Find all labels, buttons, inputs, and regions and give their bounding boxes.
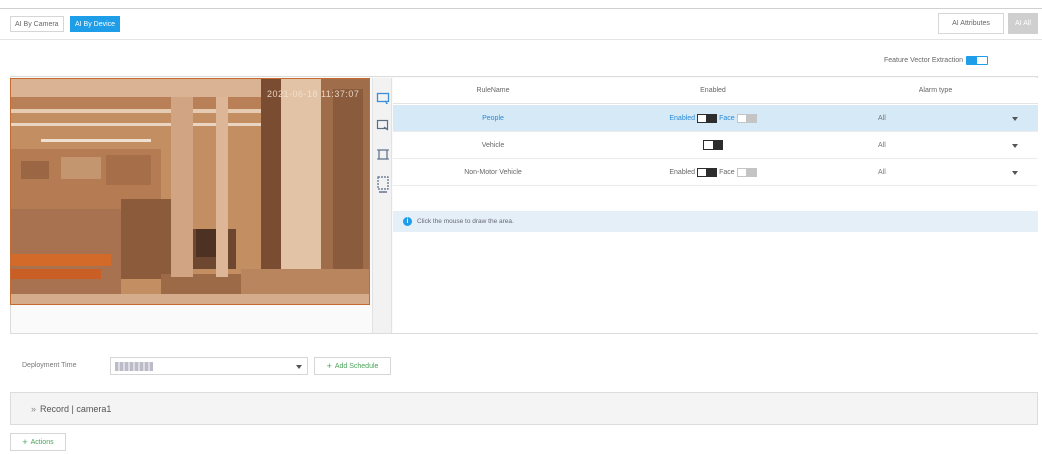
deployment-time-label: Deployment Time xyxy=(22,362,77,369)
preview-scene-image xyxy=(11,79,369,304)
alarm-type-chevron-down-icon[interactable] xyxy=(1012,171,1018,175)
rules-table-header: RuleName Enabled Alarm type xyxy=(393,78,1038,104)
alarm-type-value[interactable]: All xyxy=(878,169,886,176)
top-divider xyxy=(0,8,1042,9)
header-alarm-type: Alarm type xyxy=(918,87,953,94)
feature-vector-extraction: Feature Vector Extraction xyxy=(884,54,988,66)
header-rule-name: RuleName xyxy=(476,87,510,94)
enabled-label: Enabled xyxy=(669,168,696,176)
enabled-toggle[interactable] xyxy=(697,113,718,123)
add-schedule-button[interactable]: + Add Schedule xyxy=(314,357,391,375)
face-toggle[interactable] xyxy=(736,167,757,177)
clear-area-icon[interactable] xyxy=(376,118,390,132)
draw-area-hint: i Click the mouse to draw the area. xyxy=(393,211,1038,232)
collapse-icon[interactable]: » xyxy=(31,404,36,414)
actions-button[interactable]: + Actions xyxy=(10,433,66,451)
face-label: Face xyxy=(719,168,735,176)
rule-name: Non-Motor Vehicle xyxy=(464,168,522,176)
plus-icon: + xyxy=(22,437,28,447)
min-size-icon[interactable] xyxy=(376,148,390,162)
draw-area-icon[interactable] xyxy=(376,92,390,106)
max-size-icon[interactable] xyxy=(376,176,390,194)
enabled-label: Enabled xyxy=(669,114,696,122)
plus-icon: + xyxy=(326,361,332,371)
record-section[interactable]: » Record | camera1 xyxy=(10,392,1038,425)
face-label: Face xyxy=(719,114,735,122)
drawing-toolstrip xyxy=(372,78,392,333)
rule-name: Vehicle xyxy=(481,141,505,149)
enabled-toggle[interactable] xyxy=(697,167,718,177)
rule-name: People xyxy=(482,114,504,122)
rule-row-people[interactable]: People Enabled Face All xyxy=(393,105,1038,132)
face-toggle[interactable] xyxy=(736,113,757,123)
camera-preview[interactable]: 2021-06-18 11:37:07 xyxy=(10,78,370,305)
enabled-toggle[interactable] xyxy=(703,140,723,150)
info-icon: i xyxy=(403,217,412,226)
tab-ai-by-camera[interactable]: AI By Camera xyxy=(10,16,64,32)
ai-all-button[interactable]: AI All xyxy=(1008,13,1038,34)
alarm-type-value[interactable]: All xyxy=(878,142,886,149)
rule-enabled-cell: Enabled Face xyxy=(593,105,833,131)
hint-text: Click the mouse to draw the area. xyxy=(417,218,514,225)
video-timestamp: 2021-06-18 11:37:07 xyxy=(267,89,360,99)
rule-enabled-cell: Enabled Face xyxy=(593,159,833,185)
ai-attributes-button[interactable]: AI Attributes xyxy=(938,13,1004,34)
header-enabled: Enabled xyxy=(700,87,726,94)
deployment-time-value xyxy=(115,362,153,371)
tab-ai-by-device[interactable]: AI By Device xyxy=(70,16,121,32)
feature-vector-label: Feature Vector Extraction xyxy=(884,56,963,64)
feature-vector-toggle[interactable] xyxy=(965,55,988,65)
alarm-type-chevron-down-icon[interactable] xyxy=(1012,144,1018,148)
rule-enabled-cell xyxy=(593,132,833,158)
add-schedule-label: Add Schedule xyxy=(334,362,379,370)
rules-table: RuleName Enabled Alarm type People Enabl… xyxy=(393,78,1038,333)
alarm-type-chevron-down-icon[interactable] xyxy=(1012,117,1018,121)
record-label: Record | camera1 xyxy=(40,403,112,414)
deployment-time-select[interactable] xyxy=(110,357,308,375)
chevron-down-icon xyxy=(296,365,302,369)
rule-row-non-motor-vehicle[interactable]: Non-Motor Vehicle Enabled Face All xyxy=(393,159,1038,186)
alarm-type-value[interactable]: All xyxy=(878,115,886,122)
rule-row-vehicle[interactable]: Vehicle All xyxy=(393,132,1038,159)
actions-label: Actions xyxy=(30,438,54,446)
top-bar: AI By Camera AI By Device AI Attributes … xyxy=(0,8,1042,40)
